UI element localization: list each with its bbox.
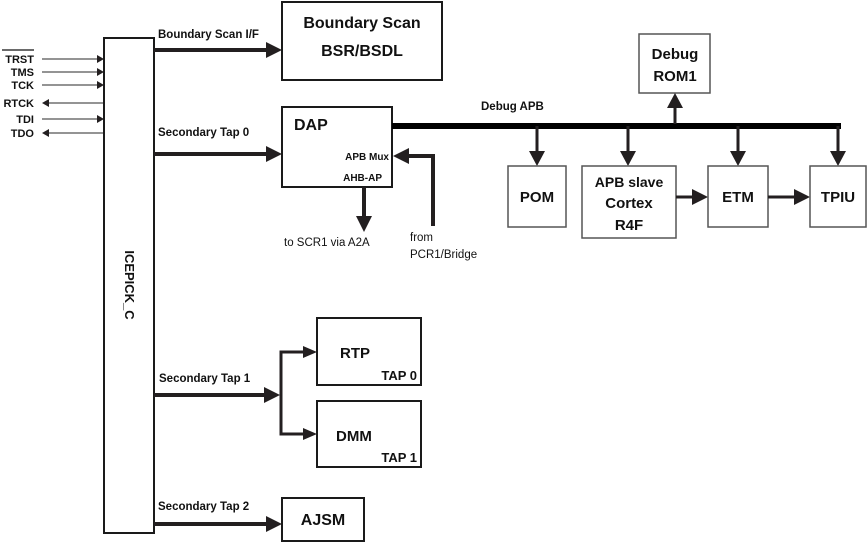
debug-apb-bus: Debug APB: [392, 101, 841, 129]
arrow-out-icon: [42, 99, 49, 107]
arrow-in-icon: [97, 68, 104, 76]
dap-title: DAP: [294, 117, 328, 134]
etm-block: ETM: [707, 165, 769, 228]
arrow-right-icon: [266, 146, 282, 162]
signal-tms: TMS: [11, 67, 104, 79]
signal-tdo: TDO: [11, 128, 104, 140]
arrow-down-icon: [620, 151, 636, 166]
boundary-scan-block: Boundary Scan BSR/BSDL: [281, 1, 443, 81]
rtp-tap-label: TAP 0: [381, 368, 417, 383]
arrow-down-icon: [830, 151, 846, 166]
signal-label-tck: TCK: [11, 80, 34, 92]
secondary-tap-0-label: Secondary Tap 0: [158, 127, 249, 139]
pom-label: POM: [520, 189, 554, 206]
debug-rom-line2: ROM1: [653, 68, 696, 85]
cortex-line2: Cortex: [605, 195, 653, 212]
from-pcr1-label-line2: PCR1/Bridge: [410, 249, 477, 261]
arrow-right-icon: [303, 428, 317, 440]
dmm-label: DMM: [336, 428, 372, 445]
pom-block: POM: [507, 165, 567, 228]
icepick-block: ICEPICK_C: [103, 37, 155, 534]
boundary-scan-subtitle: BSR/BSDL: [321, 43, 403, 60]
signal-tck: TCK: [11, 80, 104, 92]
signal-trst: TRST: [2, 49, 104, 66]
dap-ahb-ap: AHB-AP: [343, 173, 382, 184]
from-pcr1-line: [408, 154, 435, 226]
boundary-scan-title: Boundary Scan: [303, 15, 420, 32]
cortex-block: APB slave Cortex R4F: [581, 165, 677, 239]
arrow-left-icon: [393, 148, 409, 164]
signal-label-tdi: TDI: [16, 114, 34, 126]
arrow-right-icon: [794, 189, 810, 205]
boundary-scan-box: [281, 1, 443, 81]
debug-rom-line1: Debug: [652, 46, 699, 63]
boundary-scan-connection: Boundary Scan I/F: [154, 29, 282, 58]
cortex-line1: APB slave: [595, 174, 664, 190]
etm-label: ETM: [722, 189, 754, 206]
arrow-in-icon: [97, 81, 104, 89]
secondary-tap-0-connection: Secondary Tap 0: [154, 127, 282, 162]
arrow-in-icon: [97, 115, 104, 123]
signal-label-tdo: TDO: [11, 128, 35, 140]
boundary-scan-if-label: Boundary Scan I/F: [158, 29, 259, 41]
dap-apb-mux: APB Mux: [345, 152, 389, 163]
signal-label-tms: TMS: [11, 67, 34, 79]
signal-rtck: RTCK: [3, 98, 104, 110]
arrow-out-icon: [42, 129, 49, 137]
arrow-right-icon: [692, 189, 708, 205]
dmm-tap-label: TAP 1: [381, 450, 417, 465]
from-pcr1-label-line1: from: [410, 232, 433, 244]
secondary-tap-2-connection: Secondary Tap 2: [154, 501, 282, 532]
arrow-right-icon: [266, 516, 282, 532]
arrow-in-icon: [97, 55, 104, 63]
dap-block: DAP APB Mux AHB-AP: [281, 106, 393, 188]
to-scr1-label: to SCR1 via A2A: [284, 237, 370, 249]
to-scr1-connection: to SCR1 via A2A: [284, 187, 372, 249]
arrow-down-icon: [730, 151, 746, 166]
secondary-tap-2-label: Secondary Tap 2: [158, 501, 249, 513]
arrow-right-icon: [303, 346, 317, 358]
arrow-right-icon: [264, 387, 280, 403]
tpiu-label: TPIU: [821, 189, 855, 206]
arrow-down-icon: [529, 151, 545, 166]
signal-label-trst: TRST: [5, 54, 34, 66]
arrow-up-icon: [667, 93, 683, 108]
arrow-down-icon: [356, 216, 372, 232]
jtag-signals: TRST TMS TCK RTCK TDI TDO: [2, 49, 104, 140]
debug-apb-label: Debug APB: [481, 101, 544, 113]
tpiu-block: TPIU: [809, 165, 867, 228]
tap-1-split-line: [279, 350, 305, 436]
rtp-label: RTP: [340, 345, 370, 362]
debug-rom-block: Debug ROM1: [638, 33, 711, 124]
cortex-line3: R4F: [615, 217, 643, 234]
dmm-block: DMM TAP 1: [316, 400, 422, 468]
from-pcr1-connection: from PCR1/Bridge: [393, 148, 477, 261]
secondary-tap-1-connection: Secondary Tap 1: [154, 346, 317, 440]
ajsm-label: AJSM: [301, 512, 345, 529]
ajsm-block: AJSM: [281, 497, 365, 542]
jtag-debug-block-diagram: TRST TMS TCK RTCK TDI TDO ICEPICK_C Boun…: [2, 1, 867, 542]
icepick-label: ICEPICK_C: [122, 250, 137, 320]
signal-label-rtck: RTCK: [3, 98, 34, 110]
signal-tdi: TDI: [16, 114, 104, 126]
bus-drops: [529, 126, 846, 166]
arrow-right-icon: [266, 42, 282, 58]
rtp-block: RTP TAP 0: [316, 317, 422, 386]
secondary-tap-1-label: Secondary Tap 1: [159, 373, 251, 385]
